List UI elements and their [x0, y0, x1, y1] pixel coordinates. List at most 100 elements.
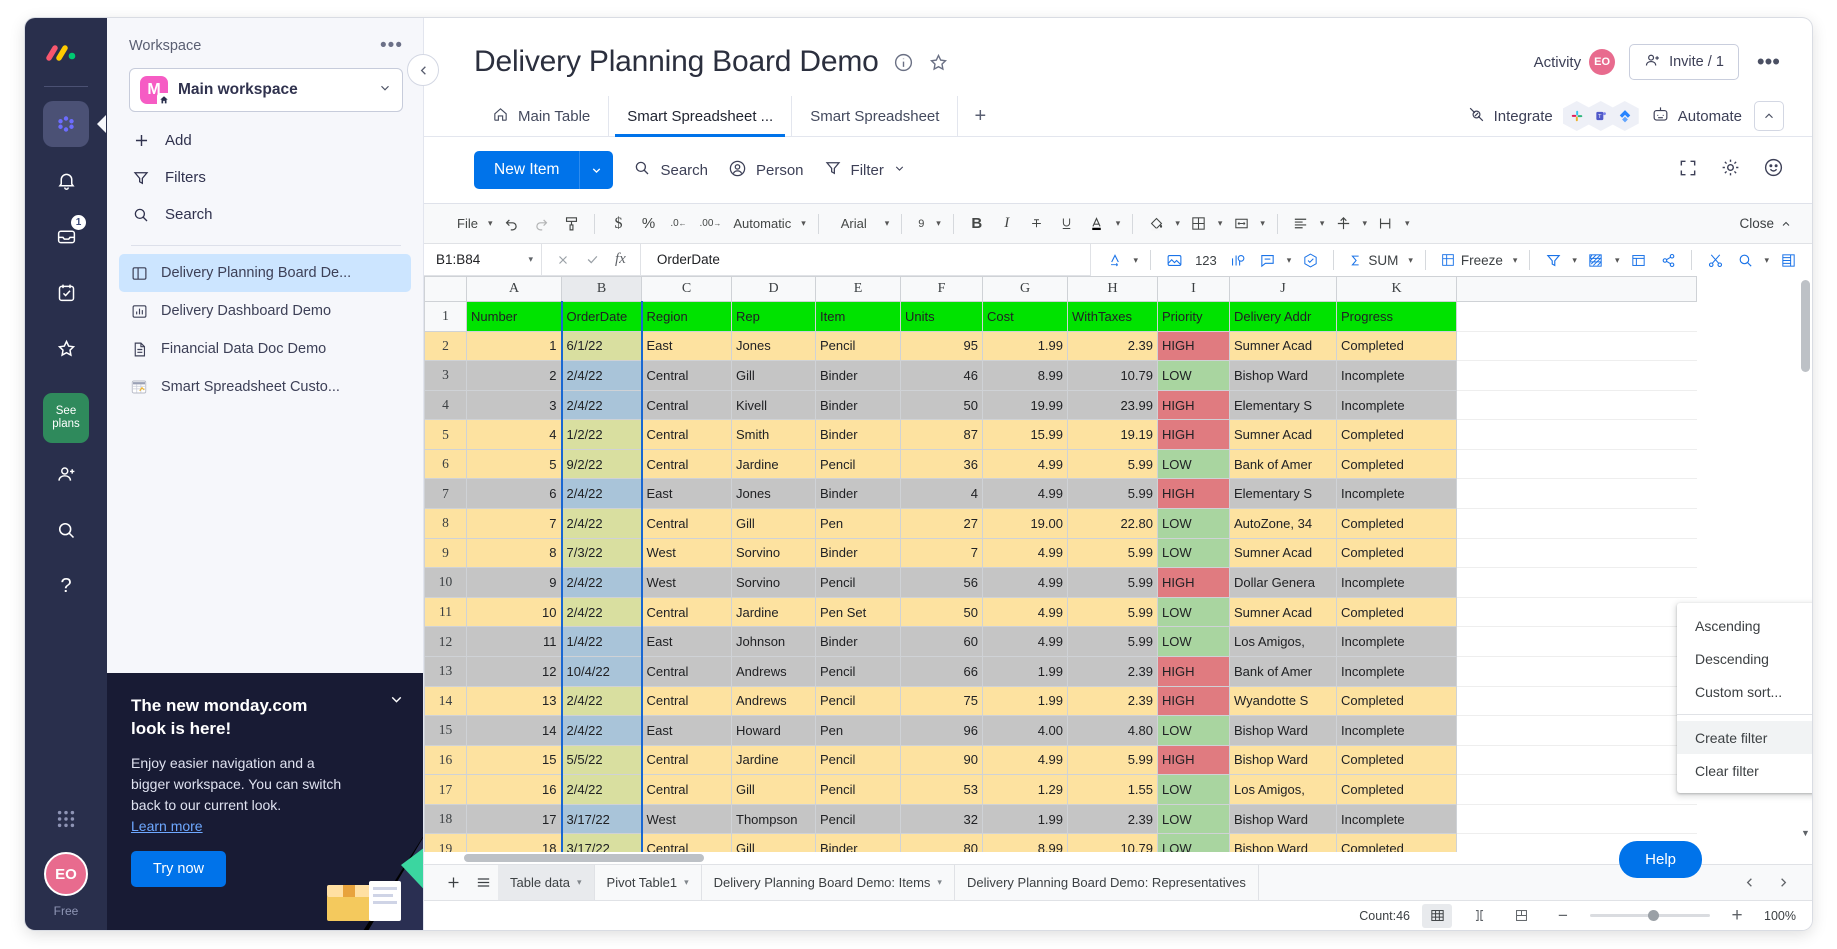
menu-item-custom-sort[interactable]: Custom sort... [1677, 675, 1812, 708]
cut-scissors-icon[interactable] [1701, 246, 1729, 274]
insert-image-icon[interactable] [1160, 246, 1188, 274]
cell-withtaxes[interactable]: 10.79 [1067, 360, 1158, 391]
font-family-select[interactable]: Arial [828, 210, 880, 238]
cell-withtaxes[interactable]: 5.99 [1067, 744, 1158, 776]
sidebar-action-add[interactable]: Add [129, 122, 403, 159]
header-cell-item[interactable]: Item [815, 301, 901, 332]
avatar[interactable]: EO [44, 852, 88, 896]
row-header-11[interactable]: 11 [424, 596, 467, 628]
cell-rep[interactable]: Kivell [731, 389, 816, 421]
sheet-tab-caret-icon[interactable]: ▾ [577, 877, 582, 888]
cell-number[interactable]: 2 [466, 360, 562, 391]
slack-icon[interactable] [1562, 101, 1591, 131]
chevron-left-icon[interactable] [1734, 875, 1764, 890]
cell-rep[interactable]: Jardine [731, 744, 816, 776]
close-toolbar-button[interactable]: Close [1739, 216, 1798, 231]
row-header-7[interactable]: 7 [424, 478, 467, 510]
chevron-down-icon[interactable] [378, 81, 392, 100]
cell-address[interactable]: Dollar Genera [1229, 567, 1337, 598]
cell-address[interactable]: Wyandotte S [1229, 685, 1337, 717]
cell-item[interactable]: Pencil [815, 655, 901, 687]
blank-cell[interactable] [1456, 301, 1697, 332]
merge-caret-icon[interactable]: ▾ [1257, 218, 1268, 229]
cell-region[interactable]: East [641, 330, 732, 362]
table-row[interactable]: 7 6 2/4/22 East Jones Binder 4 4.99 5.99 HIGH Elem… [424, 478, 1697, 510]
table-row[interactable]: 11 10 2/4/22 Central Jardine Pen Set 50 4.99 5.9… [424, 596, 1697, 628]
cell-number[interactable]: 13 [466, 685, 562, 717]
sheet-tab-pivot-table1[interactable]: Pivot Table1 ▾ [595, 864, 702, 901]
cell-address[interactable]: Bank of Amer [1229, 655, 1337, 687]
cell-progress[interactable]: Incomplete [1336, 655, 1457, 687]
text-color-icon[interactable] [1083, 210, 1111, 238]
number-format-123-icon[interactable]: 123 [1190, 246, 1222, 274]
row-header-10[interactable]: 10 [424, 567, 467, 598]
cell-progress[interactable]: Completed [1336, 596, 1457, 628]
menu-item-ascending[interactable]: Ascending [1677, 609, 1812, 642]
blank-cell[interactable] [1456, 715, 1697, 746]
cell-withtaxes[interactable]: 2.39 [1067, 685, 1158, 717]
chevron-right-icon[interactable] [1768, 875, 1798, 890]
cell-progress[interactable]: Completed [1336, 774, 1457, 805]
cell-withtaxes[interactable]: 2.39 [1067, 330, 1158, 362]
see-plans-button[interactable]: See plans [43, 393, 89, 444]
borders-caret-icon[interactable]: ▾ [1215, 218, 1226, 229]
cell-priority[interactable]: LOW [1157, 508, 1230, 539]
cell-progress[interactable]: Incomplete [1336, 715, 1457, 746]
percent-icon[interactable]: % [634, 210, 662, 238]
cell-region[interactable]: Central [641, 744, 732, 776]
table-row[interactable]: 6 5 9/2/22 Central Jardine Pencil 36 4.99 5.99 LO… [424, 448, 1697, 480]
cell-rep[interactable]: Thompson [731, 803, 816, 835]
cell-units[interactable]: 4 [900, 478, 983, 510]
cell-cost[interactable]: 19.00 [982, 508, 1068, 539]
cell-progress[interactable]: Incomplete [1336, 389, 1457, 421]
cell-region[interactable]: Central [641, 596, 732, 628]
cell-withtaxes[interactable]: 5.99 [1067, 537, 1158, 569]
table-row[interactable]: 17 16 2/4/22 Central Gill Pencil 53 1.29 1.55 LOW… [424, 774, 1697, 805]
cell-progress[interactable]: Completed [1336, 330, 1457, 362]
cell-cost[interactable]: 4.99 [982, 537, 1068, 569]
cell-address[interactable]: Sumner Acad [1229, 537, 1337, 569]
blank-cell[interactable] [1456, 419, 1697, 450]
blank-cell[interactable] [1456, 567, 1697, 598]
blank-cell[interactable] [1456, 774, 1697, 805]
cell-region[interactable]: Central [641, 360, 732, 391]
cell-region[interactable]: West [641, 803, 732, 835]
menu-item-create-filter[interactable]: Create filter [1677, 721, 1812, 754]
text-color-caret-icon[interactable]: ▾ [1113, 218, 1124, 229]
chevron-down-icon[interactable] [893, 162, 906, 179]
sidebar-item-delivery-dashboard[interactable]: Delivery Dashboard Demo [119, 292, 411, 330]
cell-priority[interactable]: LOW [1157, 360, 1230, 391]
header-cell-cost[interactable]: Cost [982, 301, 1068, 332]
cell-priority[interactable]: LOW [1157, 537, 1230, 569]
row-header-5[interactable]: 5 [424, 419, 467, 450]
cell-rep[interactable]: Jardine [731, 596, 816, 628]
cell-priority[interactable]: LOW [1157, 803, 1230, 835]
cell-units[interactable]: 96 [900, 715, 983, 746]
cell-priority[interactable]: LOW [1157, 626, 1230, 657]
cell-withtaxes[interactable]: 22.80 [1067, 508, 1158, 539]
cell-units[interactable]: 7 [900, 537, 983, 569]
cell-item[interactable]: Pencil [815, 744, 901, 776]
cell-priority[interactable]: LOW [1157, 774, 1230, 805]
decrease-decimal-icon[interactable]: .0 ← [664, 210, 692, 238]
person-filter-button[interactable]: Person [728, 159, 804, 182]
cell-address[interactable]: Sumner Acad [1229, 330, 1337, 362]
table-row[interactable]: 8 7 2/4/22 Central Gill Pen 27 19.00 22.80 LOW Aut… [424, 508, 1697, 539]
teams-icon[interactable]: T [1586, 101, 1615, 131]
vertical-scroll-thumb[interactable] [1801, 280, 1810, 372]
grid-view-icon[interactable] [1422, 903, 1453, 928]
cell-orderdate[interactable]: 2/4/22 [560, 508, 643, 539]
cell-item[interactable]: Pen [815, 715, 901, 746]
header-cell-withtaxes[interactable]: WithTaxes [1067, 301, 1158, 332]
sheet-tab-representatives[interactable]: Delivery Planning Board Demo: Representa… [955, 864, 1259, 901]
halign-caret-icon[interactable]: ▾ [1317, 218, 1328, 229]
column-header-F[interactable]: F [900, 276, 983, 302]
find-icon[interactable] [1731, 246, 1759, 274]
cell-number[interactable]: 12 [466, 655, 562, 687]
tab-smart-spreadsheet-1[interactable]: Smart Spreadsheet ... [609, 96, 793, 137]
cell-withtaxes[interactable]: 4.80 [1067, 715, 1158, 746]
row-header-1[interactable]: 1 [424, 301, 467, 332]
cell-cost[interactable]: 19.99 [982, 389, 1068, 421]
text-color-icon[interactable] [1101, 246, 1129, 274]
blank-cell[interactable] [1456, 360, 1697, 391]
